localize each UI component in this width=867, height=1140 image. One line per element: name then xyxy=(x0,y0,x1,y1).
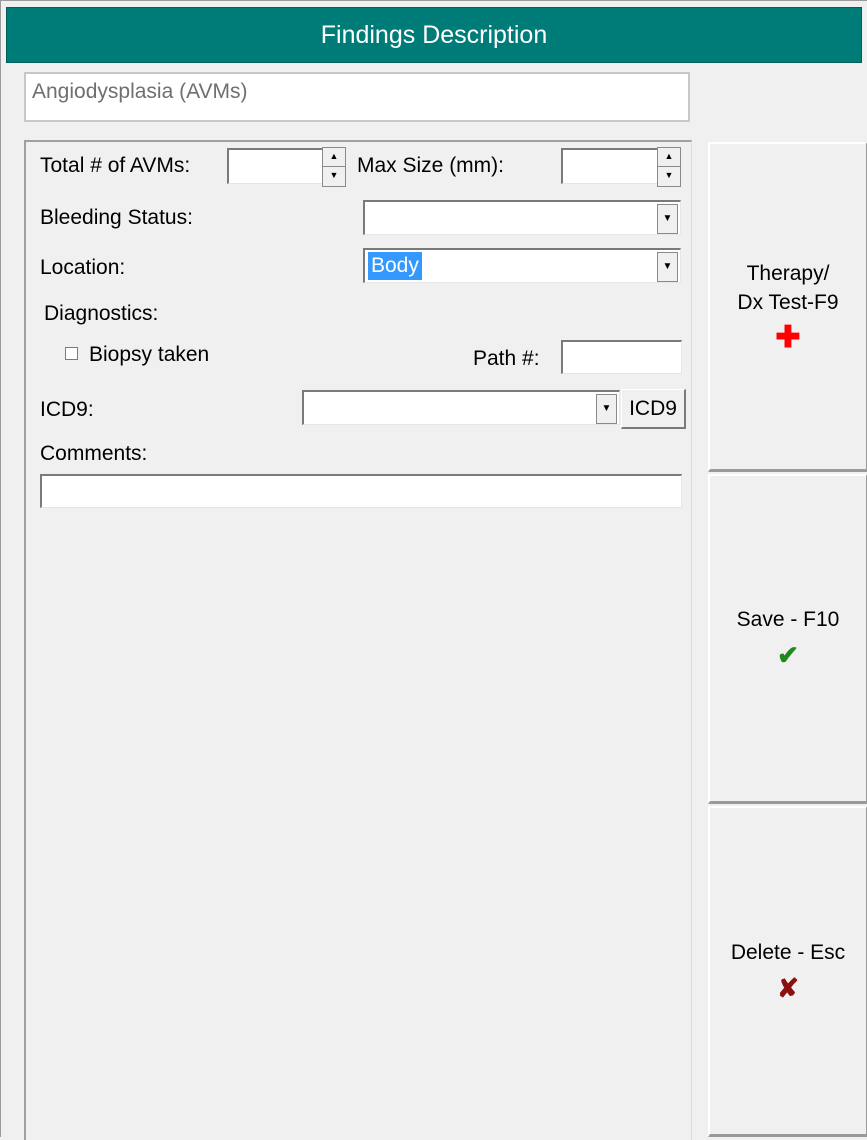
finding-name-field[interactable]: Angiodysplasia (AVMs) xyxy=(24,72,690,122)
spin-down-icon[interactable]: ▼ xyxy=(322,166,346,187)
total-avms-label: Total # of AVMs: xyxy=(40,154,191,177)
location-value: Body xyxy=(368,252,422,280)
chevron-down-icon[interactable]: ▼ xyxy=(657,252,678,282)
therapy-label-line1: Therapy/ xyxy=(746,261,830,285)
x-icon: ✘ xyxy=(777,972,799,1003)
delete-label: Delete - Esc xyxy=(730,940,846,964)
icd9-select[interactable]: ▼ xyxy=(302,390,620,425)
chevron-down-icon[interactable]: ▼ xyxy=(657,204,678,234)
location-select[interactable]: Body ▼ xyxy=(363,248,681,283)
bleeding-status-select[interactable]: ▼ xyxy=(363,200,681,235)
path-label: Path #: xyxy=(473,347,540,370)
spin-up-icon[interactable]: ▲ xyxy=(657,147,681,168)
max-size-spinner[interactable]: ▲ ▼ xyxy=(657,147,681,187)
delete-button[interactable]: Delete - Esc ✘ xyxy=(708,806,867,1137)
save-button[interactable]: Save - F10 ✔ xyxy=(708,474,867,804)
diagnostics-label: Diagnostics: xyxy=(44,302,159,325)
biopsy-label[interactable]: Biopsy taken xyxy=(89,343,209,367)
bleeding-status-label: Bleeding Status: xyxy=(40,206,193,229)
title-bar: Findings Description xyxy=(6,7,862,63)
icd9-button[interactable]: ICD9 xyxy=(621,389,686,429)
spin-down-icon[interactable]: ▼ xyxy=(657,166,681,187)
max-size-label: Max Size (mm): xyxy=(357,154,504,177)
biopsy-checkbox[interactable] xyxy=(65,347,78,360)
checkmark-icon: ✔ xyxy=(777,640,799,670)
chevron-down-icon[interactable]: ▼ xyxy=(596,394,617,424)
form-panel xyxy=(24,140,692,1140)
plus-icon: ✚ xyxy=(775,320,801,354)
icd9-label: ICD9: xyxy=(40,398,94,421)
therapy-label-line2: Dx Test-F9 xyxy=(737,290,839,314)
therapy-dx-test-button[interactable]: Therapy/ Dx Test-F9 ✚ xyxy=(708,142,867,472)
comments-label: Comments: xyxy=(40,442,148,465)
max-size-input[interactable] xyxy=(561,148,658,184)
save-label: Save - F10 xyxy=(736,608,840,631)
path-input[interactable] xyxy=(561,340,682,374)
location-label: Location: xyxy=(40,256,126,279)
total-avms-spinner[interactable]: ▲ ▼ xyxy=(322,147,346,187)
total-avms-input[interactable] xyxy=(227,148,323,184)
spin-up-icon[interactable]: ▲ xyxy=(322,147,346,168)
comments-input[interactable] xyxy=(40,474,682,508)
window-title: Findings Description xyxy=(320,20,548,49)
